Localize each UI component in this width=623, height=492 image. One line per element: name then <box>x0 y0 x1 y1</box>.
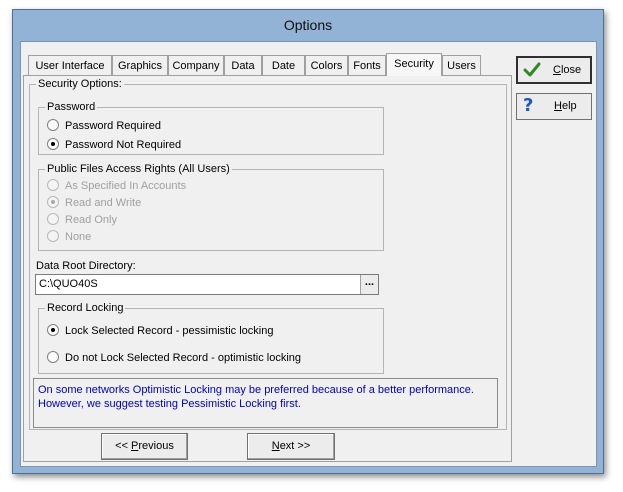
info-line-1: On some networks Optimistic Locking may … <box>38 384 474 396</box>
tab-user-interface[interactable]: User Interface <box>28 55 112 75</box>
password-required-radio[interactable] <box>47 119 59 132</box>
access-read-write-label: Read and Write <box>65 197 142 209</box>
help-button-label: Help <box>554 100 577 112</box>
tab-data[interactable]: Data <box>224 55 262 75</box>
dialog-client-area: User Interface Graphics Company Data Dat… <box>20 41 597 467</box>
pessimistic-locking-label: Lock Selected Record - pessimistic locki… <box>65 325 274 337</box>
password-group: Password Password Required Password Not … <box>38 100 384 155</box>
close-button-label: Close <box>553 64 582 76</box>
data-root-field[interactable]: C:\QUO40S ... <box>35 274 379 295</box>
access-read-only-option: Read Only <box>47 212 117 228</box>
pessimistic-locking-radio[interactable] <box>47 324 59 337</box>
tab-graphics[interactable]: Graphics <box>112 55 168 75</box>
previous-button[interactable]: << Previous <box>101 433 188 460</box>
security-options-label: Security Options: <box>36 77 124 91</box>
security-tab-panel: Security Options: Password Password Requ… <box>23 75 512 462</box>
access-as-specified-option: As Specified In Accounts <box>47 178 186 194</box>
access-read-write-radio <box>47 196 59 209</box>
help-button[interactable]: ? Help <box>516 93 592 120</box>
window-title: Options <box>283 17 333 33</box>
password-not-required-label: Password Not Required <box>65 139 182 151</box>
security-options-group: Security Options: Password Password Requ… <box>29 77 507 430</box>
public-files-group-label: Public Files Access Rights (All Users) <box>45 162 232 176</box>
pessimistic-locking-option[interactable]: Lock Selected Record - pessimistic locki… <box>47 323 273 339</box>
browse-folder-button[interactable]: ... <box>360 275 378 294</box>
public-files-group: Public Files Access Rights (All Users) A… <box>38 162 384 251</box>
tab-fonts[interactable]: Fonts <box>348 55 386 75</box>
close-button[interactable]: Close <box>516 56 592 84</box>
question-mark-icon: ? <box>523 95 534 116</box>
record-locking-group-label: Record Locking <box>45 301 126 315</box>
access-read-only-label: Read Only <box>65 214 117 226</box>
password-not-required-option[interactable]: Password Not Required <box>47 137 181 153</box>
tab-colors[interactable]: Colors <box>305 55 348 75</box>
tab-security[interactable]: Security <box>386 53 442 76</box>
access-read-only-radio <box>47 213 59 226</box>
password-not-required-radio[interactable] <box>47 138 59 151</box>
data-root-value: C:\QUO40S <box>39 278 98 290</box>
optimistic-locking-option[interactable]: Do not Lock Selected Record - optimistic… <box>47 350 301 366</box>
check-icon <box>523 62 541 77</box>
tab-date[interactable]: Date <box>262 55 305 75</box>
optimistic-locking-radio[interactable] <box>47 351 59 364</box>
password-required-option[interactable]: Password Required <box>47 118 161 134</box>
access-none-option: None <box>47 229 91 245</box>
password-required-label: Password Required <box>65 120 161 132</box>
record-locking-group: Record Locking Lock Selected Record - pe… <box>38 301 384 374</box>
access-as-specified-label: As Specified In Accounts <box>65 180 187 192</box>
tab-company[interactable]: Company <box>168 55 224 75</box>
optimistic-locking-label: Do not Lock Selected Record - optimistic… <box>65 352 301 364</box>
options-dialog: Options User Interface Graphics Company … <box>12 9 604 474</box>
password-group-label: Password <box>45 100 98 114</box>
access-none-radio <box>47 230 59 243</box>
access-read-write-option: Read and Write <box>47 195 141 211</box>
locking-info-note: On some networks Optimistic Locking may … <box>33 378 498 428</box>
info-line-2: However, we suggest testing Pessimistic … <box>38 398 301 410</box>
access-none-label: None <box>65 231 92 243</box>
tab-users[interactable]: Users <box>442 55 481 75</box>
next-button[interactable]: Next >> <box>247 433 335 460</box>
data-root-label: Data Root Directory: <box>36 260 136 272</box>
access-as-specified-radio <box>47 179 59 192</box>
